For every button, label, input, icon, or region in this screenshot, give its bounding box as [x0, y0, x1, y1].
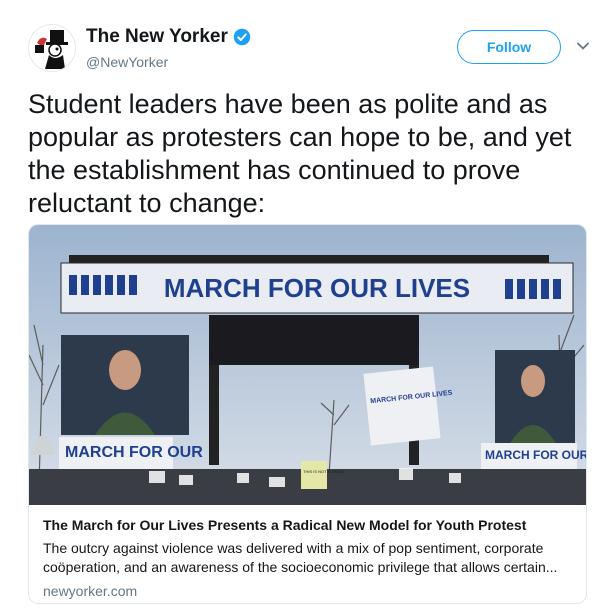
- chevron-down-icon[interactable]: [575, 38, 591, 54]
- card-image[interactable]: MARCH FOR OUR LIVES MARCH FOR OUR MARCH …: [29, 225, 587, 505]
- account-handle[interactable]: @NewYorker: [86, 54, 251, 70]
- display-name-row[interactable]: The New Yorker: [86, 26, 251, 48]
- link-card[interactable]: MARCH FOR OUR LIVES MARCH FOR OUR MARCH …: [28, 224, 587, 604]
- crowd-sign-text: THIS IS NOT NORMAL: [303, 469, 345, 474]
- tweet-text: Student leaders have been as polite and …: [28, 89, 572, 218]
- right-sign-text: MARCH FOR OUR: [485, 448, 587, 462]
- account-names[interactable]: The New Yorker @NewYorker: [86, 26, 251, 70]
- card-body[interactable]: The March for Our Lives Presents a Radic…: [43, 517, 574, 599]
- avatar[interactable]: [28, 24, 76, 72]
- banner-text: MARCH FOR OUR LIVES: [164, 273, 470, 303]
- verified-badge-icon: [233, 28, 251, 46]
- card-domain[interactable]: newyorker.com: [43, 583, 574, 599]
- tweet-header: The New Yorker @NewYorker Follow: [28, 24, 595, 76]
- card-title[interactable]: The March for Our Lives Presents a Radic…: [43, 517, 574, 533]
- new-yorker-eustace-logo-icon: [29, 25, 75, 71]
- follow-button[interactable]: Follow: [457, 30, 561, 64]
- display-name[interactable]: The New Yorker: [86, 26, 228, 48]
- left-sign-text: MARCH FOR OUR: [65, 444, 203, 461]
- card-description: The outcry against violence was delivere…: [43, 540, 558, 575]
